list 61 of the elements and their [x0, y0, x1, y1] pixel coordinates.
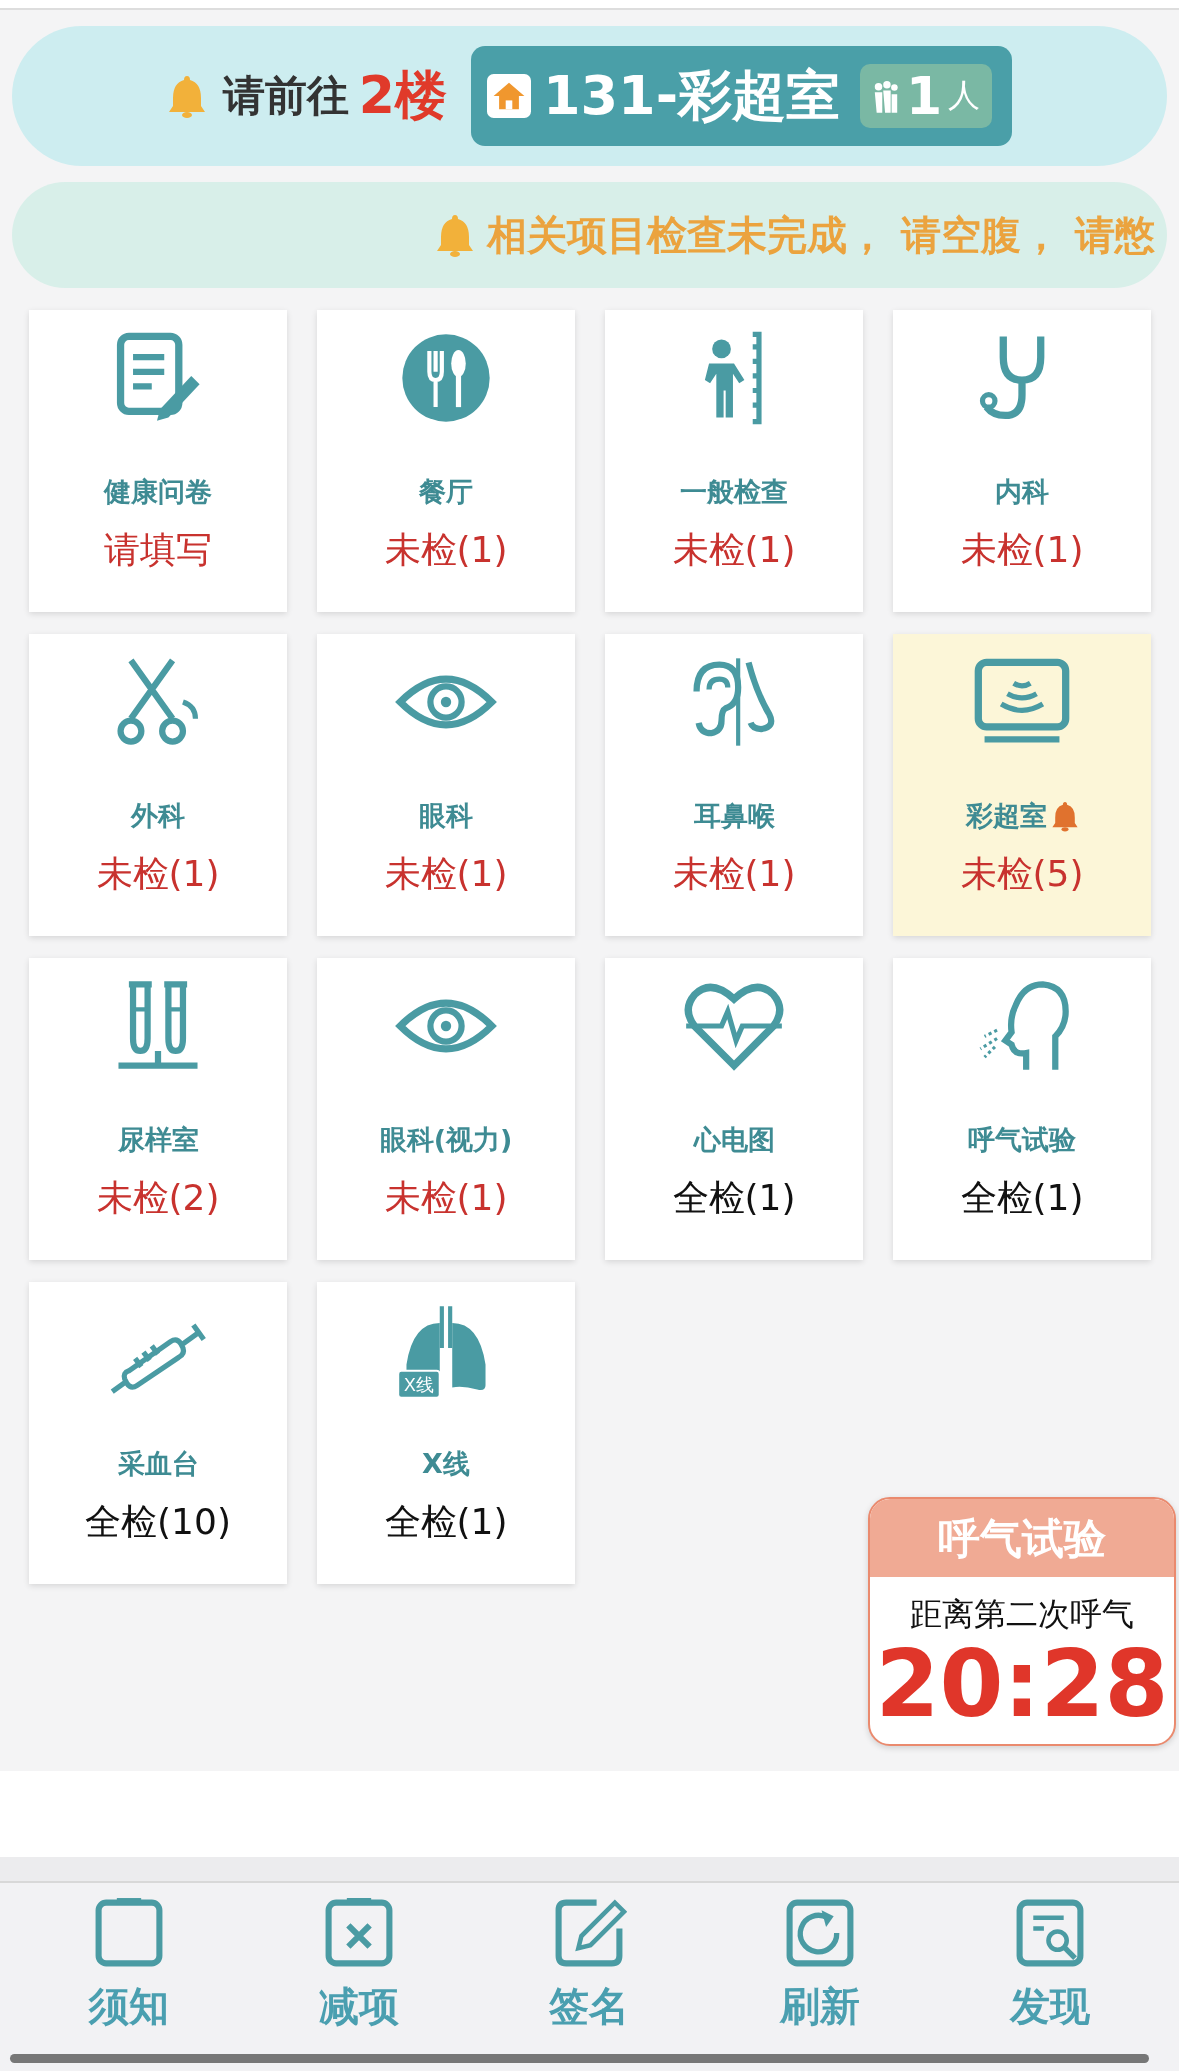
exam-tile[interactable]: 彩超室 未检(5) — [893, 634, 1151, 936]
exam-status: 未检(1) — [672, 528, 796, 572]
exam-name: X线 — [422, 1447, 470, 1481]
exam-status: 未检(1) — [384, 1176, 508, 1220]
queue-count: 1 — [906, 66, 943, 126]
exam-tile[interactable]: 眼科 未检(1) — [317, 634, 575, 936]
exam-name: 采血台 — [117, 1447, 199, 1481]
exam-status: 未检(1) — [384, 852, 508, 896]
exam-tile[interactable]: 采血台 全检(10) — [29, 1282, 287, 1584]
exam-name: 外科 — [131, 799, 185, 833]
exam-name: 呼气试验 — [968, 1123, 1076, 1157]
exam-tile[interactable]: 内科 未检(1) — [893, 310, 1151, 612]
exam-status: 请填写 — [104, 528, 212, 572]
timer-label: 距离第二次呼气 — [909, 1594, 1135, 1635]
nav-button[interactable]: 须知 — [83, 1881, 176, 2071]
exam-status: 全检(1) — [672, 1176, 796, 1220]
exam-tile[interactable]: 心电图 全检(1) — [605, 958, 863, 1260]
bell-icon — [166, 74, 207, 118]
home-indicator[interactable] — [10, 2054, 1149, 2063]
exam-tile[interactable]: 外科 未检(1) — [29, 634, 287, 936]
exam-name: 耳鼻喉 — [693, 799, 775, 833]
exam-tile[interactable]: 尿样室 未检(2) — [29, 958, 287, 1260]
exam-status: 全检(1) — [960, 1176, 1084, 1220]
exam-tile[interactable]: 一般检查 未检(1) — [605, 310, 863, 612]
exam-name: 心电图 — [693, 1123, 775, 1157]
exam-tile[interactable]: 耳鼻喉 未检(1) — [605, 634, 863, 936]
exam-tile[interactable]: 健康问卷 请填写 — [29, 310, 287, 612]
exam-tile[interactable]: X线 X线 全检(1) — [317, 1282, 575, 1584]
queue-unit: 人 — [948, 75, 981, 116]
house-icon — [486, 74, 531, 118]
floor-label: 2楼 — [358, 64, 447, 127]
exam-status: 未检(1) — [96, 852, 220, 896]
exam-tile[interactable]: 餐厅 未检(1) — [317, 310, 575, 612]
exam-tile[interactable]: 呼气试验 全检(1) — [893, 958, 1151, 1260]
room-name: 131-彩超室 — [542, 62, 841, 129]
exam-tile[interactable]: 眼科(视力) 未检(1) — [317, 958, 575, 1260]
exam-status: 未检(2) — [96, 1176, 220, 1220]
exam-status: 未检(1) — [960, 528, 1084, 572]
nav-button[interactable]: 刷新 — [773, 1881, 866, 2071]
exam-status: 全检(1) — [384, 1500, 508, 1544]
exam-name: 眼科 — [419, 799, 473, 833]
exam-status: 全检(10) — [85, 1500, 231, 1544]
exam-name: 尿样室 — [117, 1123, 199, 1157]
exam-name: 一般检查 — [680, 475, 788, 509]
nav-button[interactable]: 减项 — [313, 1881, 406, 2071]
exam-name: 餐厅 — [419, 475, 473, 509]
timer-title: 呼气试验 — [870, 1499, 1174, 1577]
exam-name: 彩超室 — [965, 799, 1047, 833]
exam-status: 未检(5) — [960, 852, 1084, 896]
exam-status: 未检(1) — [384, 528, 508, 572]
nav-button[interactable]: 签名 — [543, 1881, 636, 2071]
exam-status: 未检(1) — [672, 852, 796, 896]
exam-name: 眼科(视力) — [379, 1123, 513, 1157]
exam-name: 内科 — [995, 475, 1049, 509]
notice-text: 相关项目检查未完成， 请空腹， 请憋 — [487, 210, 1155, 260]
exam-name: 健康问卷 — [104, 475, 212, 509]
instruction-text: 请前往 — [222, 70, 349, 122]
bell-icon — [435, 213, 476, 257]
people-icon — [872, 78, 901, 114]
countdown-time: 20:28 — [874, 1637, 1170, 1740]
nav-button[interactable]: 发现 — [1003, 1881, 1096, 2071]
